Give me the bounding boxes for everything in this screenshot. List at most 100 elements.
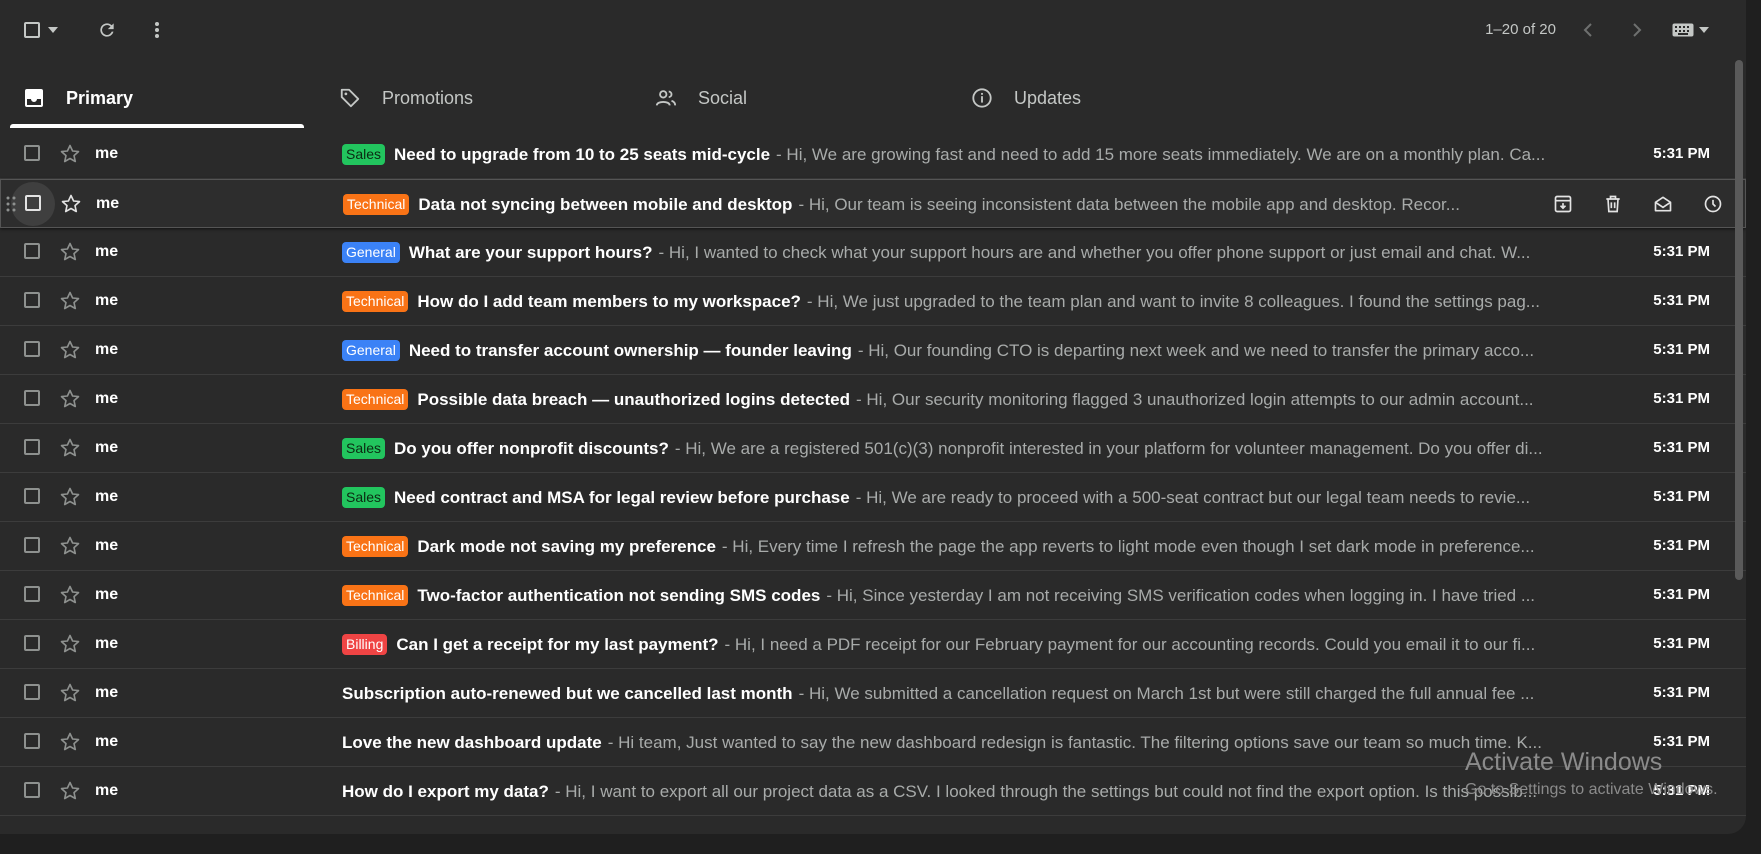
email-subject: Need to upgrade from 10 to 25 seats mid-… [394, 144, 771, 164]
tab-label: Promotions [382, 87, 474, 108]
email-snippet: - Hi, We are ready to proceed with a 500… [855, 487, 1531, 507]
email-time: 5:31 PM [1653, 488, 1710, 505]
star-icon[interactable] [59, 192, 83, 216]
row-checkbox[interactable] [24, 733, 40, 749]
snooze-icon[interactable] [1701, 192, 1725, 216]
email-snippet: - Hi, We are growing fast and need to ad… [776, 144, 1546, 164]
label-badge: Technical [342, 291, 409, 312]
email-content[interactable]: Billing Can I get a receipt for my last p… [342, 620, 1587, 669]
row-checkbox[interactable] [24, 537, 40, 553]
star-icon[interactable] [58, 338, 82, 362]
row-checkbox[interactable] [24, 586, 40, 602]
select-all-checkbox[interactable] [20, 18, 44, 42]
email-content[interactable]: Sales Need to upgrade from 10 to 25 seats… [342, 130, 1587, 179]
row-checkbox[interactable] [24, 439, 40, 455]
star-icon[interactable] [58, 142, 82, 166]
row-checkbox[interactable] [24, 684, 40, 700]
email-content[interactable]: Technical Data not syncing between mobile… [343, 180, 1518, 229]
email-subject: Can I get a receipt for my last payment? [396, 634, 719, 654]
star-icon[interactable] [58, 730, 82, 754]
label-badge: Technical [343, 194, 410, 215]
email-row[interactable]: me Technical Dark mode not saving my prefe… [0, 522, 1746, 571]
email-content[interactable]: Technical Dark mode not saving my prefere… [342, 522, 1587, 571]
email-snippet: - Hi, I wanted to check what your suppor… [658, 242, 1531, 262]
email-row[interactable]: me Technical Two-factor authentication not… [0, 571, 1746, 620]
email-content[interactable]: Subscription auto-renewed but we cancell… [342, 669, 1587, 718]
tab-social[interactable]: Social [654, 66, 747, 130]
tab-label: Primary [66, 87, 134, 108]
star-icon[interactable] [58, 485, 82, 509]
email-time: 5:31 PM [1653, 145, 1710, 162]
category-tabs: Primary Promotions Social Updates [0, 66, 1746, 130]
tab-updates[interactable]: Updates [970, 66, 1081, 130]
row-checkbox[interactable] [25, 195, 41, 211]
email-content[interactable]: How do I export my data? - Hi, I want to … [342, 767, 1587, 816]
star-icon[interactable] [58, 387, 82, 411]
star-icon[interactable] [58, 583, 82, 607]
email-snippet: - Hi, Since yesterday I am not receiving… [826, 585, 1536, 605]
email-snippet: - Hi, Our founding CTO is departing next… [857, 340, 1535, 360]
next-page-icon[interactable] [1625, 18, 1649, 42]
drag-handle-icon[interactable] [6, 195, 16, 213]
email-snippet: - Hi, Every time I refresh the page the … [721, 536, 1535, 556]
email-row[interactable]: me Technical Possible data breach — unauth… [0, 375, 1746, 424]
scrollbar-thumb[interactable] [1735, 60, 1743, 580]
email-content[interactable]: Sales Do you offer nonprofit discounts? - … [342, 424, 1587, 473]
email-row[interactable]: me Technical How do I add team members to … [0, 277, 1746, 326]
row-actions [1525, 192, 1725, 216]
scrollbar[interactable] [1732, 60, 1746, 580]
email-row[interactable]: me Sales Need contract and MSA for legal r… [0, 473, 1746, 522]
email-content[interactable]: Love the new dashboard update - Hi team, … [342, 718, 1587, 767]
email-content[interactable]: Technical Two-factor authentication not s… [342, 571, 1587, 620]
email-time: 5:31 PM [1653, 439, 1710, 456]
row-checkbox[interactable] [24, 243, 40, 259]
label-badge: Technical [342, 536, 409, 557]
email-content[interactable]: General What are your support hours? - Hi,… [342, 228, 1587, 277]
row-checkbox[interactable] [24, 782, 40, 798]
star-icon[interactable] [58, 534, 82, 558]
label-badge: Sales [342, 144, 386, 165]
tab-promotions[interactable]: Promotions [338, 66, 473, 130]
select-dropdown-icon[interactable] [46, 18, 60, 42]
email-snippet: - Hi, We just upgraded to the team plan … [806, 291, 1540, 311]
keyboard-dropdown-icon[interactable] [1698, 18, 1710, 42]
refresh-icon[interactable] [95, 18, 119, 42]
mark-read-icon[interactable] [1651, 192, 1675, 216]
row-checkbox[interactable] [24, 341, 40, 357]
row-checkbox[interactable] [24, 635, 40, 651]
email-row[interactable]: me Billing Can I get a receipt for my last… [0, 620, 1746, 669]
email-snippet: - Hi, We submitted a cancellation reques… [798, 683, 1535, 703]
row-checkbox[interactable] [24, 145, 40, 161]
sender-name: me [95, 537, 119, 554]
email-content[interactable]: General Need to transfer account ownershi… [342, 326, 1587, 375]
email-row[interactable]: me Sales Need to upgrade from 10 to 25 sea… [0, 130, 1746, 179]
star-icon[interactable] [58, 681, 82, 705]
email-row[interactable]: me General What are your support hours? - H… [0, 228, 1746, 277]
star-icon[interactable] [58, 779, 82, 803]
email-row[interactable]: me General Need to transfer account owners… [0, 326, 1746, 375]
more-options-icon[interactable] [145, 18, 169, 42]
email-content[interactable]: Sales Need contract and MSA for legal rev… [342, 473, 1587, 522]
email-row[interactable]: me Subscription auto-renewed but we cance… [0, 669, 1746, 718]
star-icon[interactable] [58, 632, 82, 656]
email-subject: Dark mode not saving my preference [417, 536, 716, 556]
star-icon[interactable] [58, 436, 82, 460]
email-row[interactable]: me Technical Data not syncing between mobi… [0, 179, 1746, 228]
email-row[interactable]: me Sales Do you offer nonprofit discounts?… [0, 424, 1746, 473]
row-checkbox[interactable] [24, 488, 40, 504]
email-content[interactable]: Technical How do I add team members to my… [342, 277, 1587, 326]
active-tab-indicator [10, 124, 304, 128]
email-subject: Love the new dashboard update [342, 732, 602, 752]
info-icon [970, 86, 994, 110]
keyboard-icon[interactable] [1671, 18, 1695, 42]
delete-icon[interactable] [1601, 192, 1625, 216]
prev-page-icon[interactable] [1576, 18, 1600, 42]
archive-icon[interactable] [1551, 192, 1575, 216]
star-icon[interactable] [58, 289, 82, 313]
email-snippet: - Hi, I want to export all our project d… [554, 781, 1538, 801]
row-checkbox[interactable] [24, 292, 40, 308]
row-checkbox[interactable] [24, 390, 40, 406]
tab-primary[interactable]: Primary [22, 66, 133, 130]
star-icon[interactable] [58, 240, 82, 264]
email-content[interactable]: Technical Possible data breach — unauthor… [342, 375, 1587, 424]
